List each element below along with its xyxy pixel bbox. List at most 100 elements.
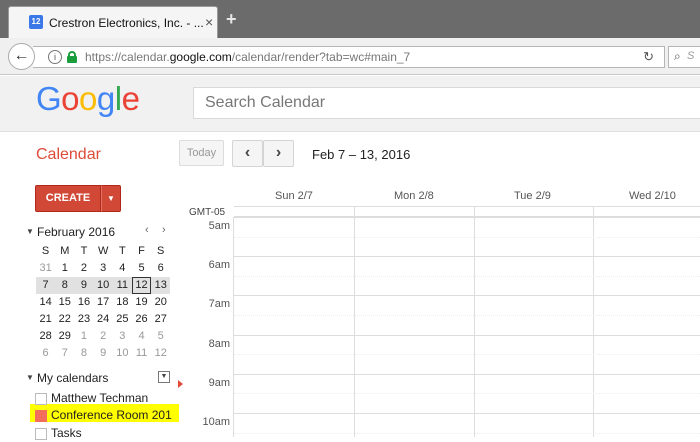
mini-calendar-day[interactable]: 11 xyxy=(113,277,132,294)
half-hour-gridline xyxy=(234,275,700,277)
mini-calendar-day[interactable]: 29 xyxy=(55,328,74,345)
mini-calendar-day[interactable]: 17 xyxy=(94,294,113,311)
mini-calendar-day[interactable]: 4 xyxy=(132,328,151,345)
day-header[interactable]: Wed 2/10 xyxy=(629,190,676,202)
mini-calendar-day[interactable]: 10 xyxy=(113,345,132,362)
create-dropdown-button[interactable]: ▼ xyxy=(101,185,121,212)
week-grid: GMT-05 Sun 2/7 Mon 2/8 Tue 2/9 Wed 2/10 … xyxy=(178,181,700,437)
mini-calendar-day[interactable]: 22 xyxy=(55,311,74,328)
mini-calendar-day[interactable]: 1 xyxy=(55,260,74,277)
mini-calendar-day[interactable]: 23 xyxy=(74,311,93,328)
calendar-color-checkbox[interactable] xyxy=(35,393,47,405)
mini-calendar-day[interactable]: 7 xyxy=(55,345,74,362)
mini-calendar-day[interactable]: 15 xyxy=(55,294,74,311)
calendar-name: Tasks xyxy=(51,426,82,440)
mini-calendar-week-row: 6 7 8 9 10 11 12 xyxy=(36,345,170,362)
mini-calendar-day[interactable]: 3 xyxy=(94,260,113,277)
day-column-divider xyxy=(593,206,594,437)
my-calendars-header: ▼ My calendars ▼ xyxy=(26,371,186,387)
mini-calendar-day[interactable]: 18 xyxy=(113,294,132,311)
day-header[interactable]: Sun 2/7 xyxy=(275,190,313,202)
mini-calendar-day[interactable]: 2 xyxy=(74,260,93,277)
new-tab-button[interactable]: + xyxy=(226,9,237,30)
mini-calendar-day[interactable]: 16 xyxy=(74,294,93,311)
mini-calendar-month[interactable]: February 2016 xyxy=(37,225,115,239)
mini-calendar-day[interactable]: 11 xyxy=(132,345,151,362)
mini-calendar-week-row: 21 22 23 24 25 26 27 xyxy=(36,311,170,328)
mini-calendar-day[interactable]: 2 xyxy=(94,328,113,345)
create-button[interactable]: CREATE xyxy=(35,185,101,212)
mini-calendar-day[interactable]: 5 xyxy=(151,328,170,345)
hour-label: 8am xyxy=(208,337,230,350)
mini-calendar-day[interactable]: 21 xyxy=(36,311,55,328)
today-button[interactable]: Today xyxy=(179,140,224,166)
mini-calendar-day[interactable]: 6 xyxy=(151,260,170,277)
hour-gridline xyxy=(234,413,700,414)
mini-prev-month-button[interactable]: ‹ xyxy=(145,224,149,236)
half-hour-gridline xyxy=(234,354,700,356)
mini-calendar-dow-row: S M T W T F S xyxy=(36,243,170,260)
mini-calendar-day[interactable]: 27 xyxy=(151,311,170,328)
browser-tab[interactable]: 12 Crestron Electronics, Inc. - ... × xyxy=(8,6,218,38)
half-hour-gridline xyxy=(234,315,700,316)
day-header[interactable]: Mon 2/8 xyxy=(394,190,434,202)
tab-close-icon[interactable]: × xyxy=(205,14,213,30)
previous-period-button[interactable]: ‹ xyxy=(232,140,263,167)
info-icon[interactable]: i xyxy=(48,50,62,64)
collapse-triangle-icon[interactable]: ▼ xyxy=(26,227,34,236)
url-text[interactable]: https://calendar.google.com/calendar/ren… xyxy=(85,50,410,64)
mini-calendar-day[interactable]: 26 xyxy=(132,311,151,328)
mini-calendar-day[interactable]: 9 xyxy=(94,345,113,362)
hour-label: 9am xyxy=(208,376,230,389)
mini-calendar-day[interactable]: 5 xyxy=(132,260,151,277)
dow-label: F xyxy=(138,245,145,257)
back-button[interactable]: ← xyxy=(8,43,35,70)
mini-calendar-day[interactable]: 6 xyxy=(36,345,55,362)
mini-calendar-day[interactable]: 12 xyxy=(151,345,170,362)
day-header[interactable]: Tue 2/9 xyxy=(514,190,551,202)
date-range-label: Feb 7 – 13, 2016 xyxy=(312,147,411,162)
browser-tabstrip: 12 Crestron Electronics, Inc. - ... × + xyxy=(0,0,700,38)
mini-calendar-day[interactable]: 1 xyxy=(74,328,93,345)
mini-calendar-day[interactable]: 28 xyxy=(36,328,55,345)
mini-calendar-day[interactable]: 12 xyxy=(131,277,152,294)
mini-calendar-day[interactable]: 14 xyxy=(36,294,55,311)
mini-calendar-day[interactable]: 4 xyxy=(113,260,132,277)
calendar-favicon-icon: 12 xyxy=(29,15,43,29)
mini-calendar-day[interactable]: 19 xyxy=(132,294,151,311)
collapse-triangle-icon[interactable]: ▼ xyxy=(26,373,34,382)
mini-calendar-day[interactable]: 9 xyxy=(74,277,93,294)
mini-calendar-day[interactable]: 10 xyxy=(94,277,113,294)
mini-calendar-day[interactable]: 13 xyxy=(151,277,170,294)
mini-calendar-day[interactable]: 31 xyxy=(36,260,55,277)
mini-calendar-day[interactable]: 8 xyxy=(74,345,93,362)
mini-calendar-day[interactable]: 7 xyxy=(36,277,55,294)
mini-next-month-button[interactable]: › xyxy=(162,224,166,236)
reload-icon[interactable]: ↻ xyxy=(643,49,654,65)
hour-gridline xyxy=(234,295,700,297)
mini-calendar-week-row: 14 15 16 17 18 19 20 xyxy=(36,294,170,311)
hour-gridline xyxy=(234,334,700,336)
calendar-search-box[interactable] xyxy=(193,87,700,119)
address-bar[interactable]: i https://calendar.google.com/calendar/r… xyxy=(33,46,665,68)
mini-calendar-day[interactable]: 3 xyxy=(113,328,132,345)
next-period-button[interactable]: › xyxy=(263,140,294,167)
mini-calendar-day[interactable]: 20 xyxy=(151,294,170,311)
mini-calendar-day[interactable]: 8 xyxy=(55,277,74,294)
search-input[interactable] xyxy=(194,88,700,118)
calendar-color-checkbox[interactable] xyxy=(35,410,47,422)
mini-calendar-header: ▼ February 2016 ‹ › xyxy=(26,224,176,240)
browser-search-field[interactable]: ⌕ S xyxy=(668,46,700,68)
browser-search-placeholder: S xyxy=(687,50,695,62)
arrow-left-icon: ← xyxy=(13,47,30,64)
my-calendars-label[interactable]: My calendars xyxy=(37,371,108,385)
google-logo[interactable]: Google xyxy=(36,80,140,118)
all-day-row[interactable] xyxy=(234,206,700,217)
calendar-color-checkbox[interactable] xyxy=(35,428,47,440)
tab-title: Crestron Electronics, Inc. - ... xyxy=(49,16,204,30)
my-calendars-menu-icon[interactable]: ▼ xyxy=(158,371,170,383)
mini-calendar-day[interactable]: 25 xyxy=(113,311,132,328)
lock-icon[interactable] xyxy=(67,51,77,63)
hour-gridline xyxy=(234,256,700,258)
mini-calendar-day[interactable]: 24 xyxy=(94,311,113,328)
